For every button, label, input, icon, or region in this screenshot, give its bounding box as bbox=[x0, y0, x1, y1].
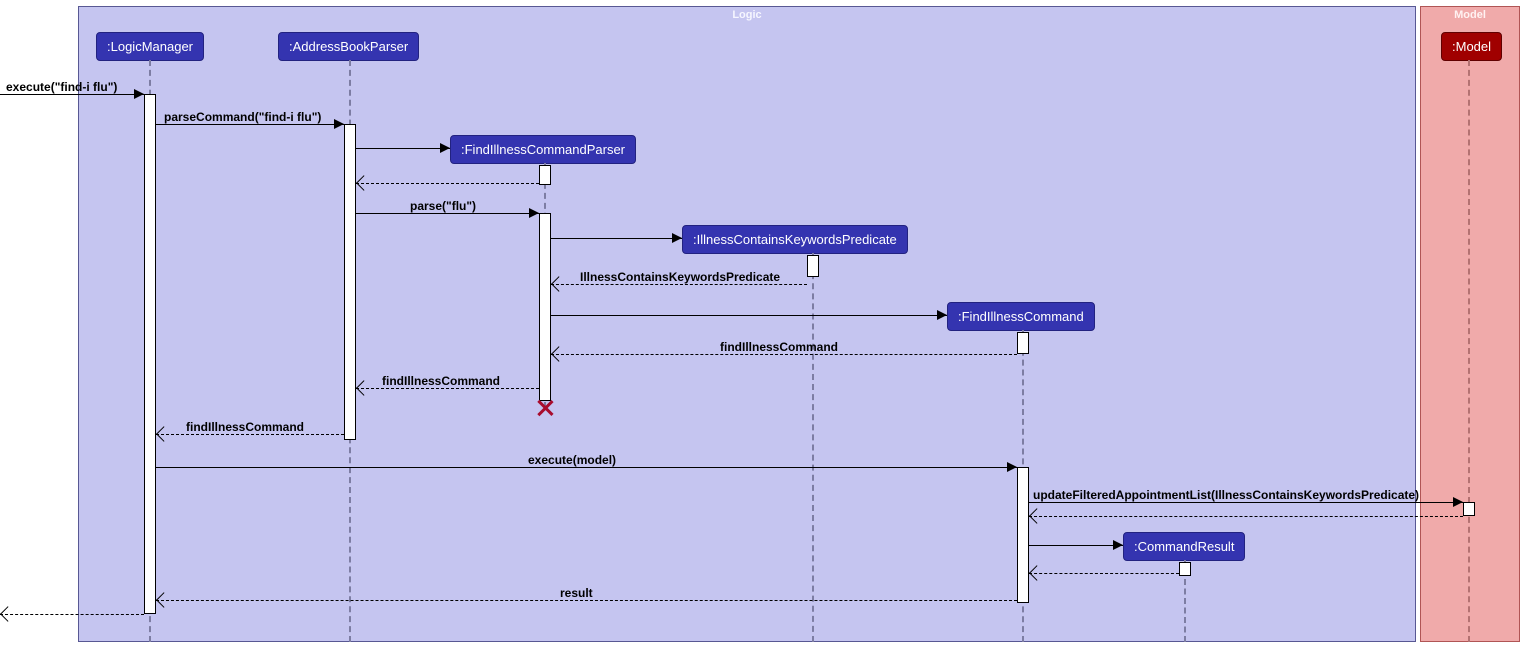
activation-fic-create bbox=[1017, 332, 1029, 354]
head-illness-predicate: :IllnessContainsKeywordsPredicate bbox=[682, 225, 908, 254]
lifeline-illness-predicate bbox=[812, 253, 814, 642]
head-find-illness-command-parser: :FindIllnessCommandParser bbox=[450, 135, 636, 164]
activation-fic-execute bbox=[1017, 467, 1029, 603]
activation-ficp-parse bbox=[539, 213, 551, 401]
region-model: Model bbox=[1420, 6, 1520, 642]
arrowhead-m18 bbox=[0, 606, 16, 622]
arrowhead-m1 bbox=[134, 89, 144, 99]
msg-parse-command: parseCommand("find-i flu") bbox=[164, 110, 321, 124]
head-find-illness-command: :FindIllnessCommand bbox=[947, 302, 1095, 331]
activation-predicate-create bbox=[807, 255, 819, 277]
region-logic-title: Logic bbox=[79, 9, 1415, 21]
arrowhead-m5 bbox=[529, 208, 539, 218]
msg-execute-findi: execute("find-i flu") bbox=[6, 80, 117, 94]
arrowhead-m6 bbox=[672, 233, 682, 243]
msg-execute-model: execute(model) bbox=[528, 453, 616, 467]
arrowhead-m2 bbox=[334, 119, 344, 129]
activation-logic-manager bbox=[144, 94, 156, 614]
msg-parse: parse("flu") bbox=[410, 199, 476, 213]
arrowhead-m8 bbox=[937, 310, 947, 320]
head-address-book-parser: :AddressBookParser bbox=[278, 32, 419, 61]
msg-predicate-return: IllnessContainsKeywordsPredicate bbox=[580, 270, 780, 284]
msg-update-filtered: updateFilteredAppointmentList(IllnessCon… bbox=[1033, 488, 1419, 502]
head-logic-manager: :LogicManager bbox=[96, 32, 204, 61]
arrowhead-m3 bbox=[440, 143, 450, 153]
arrowhead-m13 bbox=[1453, 497, 1463, 507]
activation-ficp-create bbox=[539, 165, 551, 185]
msg-fic-return-2: findIllnessCommand bbox=[382, 374, 500, 388]
msg-fic-return-1: findIllnessCommand bbox=[720, 340, 838, 354]
arrowhead-m15 bbox=[1113, 540, 1123, 550]
destroy-ficp bbox=[536, 400, 552, 416]
lifeline-model bbox=[1468, 60, 1470, 642]
head-command-result: :CommandResult bbox=[1123, 532, 1245, 561]
region-model-title: Model bbox=[1421, 9, 1519, 21]
msg-fic-return-3: findIllnessCommand bbox=[186, 420, 304, 434]
arrowhead-m12 bbox=[1007, 462, 1017, 472]
sequence-diagram: Logic Model :LogicManager :AddressBookPa… bbox=[0, 0, 1524, 646]
msg-result: result bbox=[560, 586, 593, 600]
activation-command-result bbox=[1179, 562, 1191, 576]
activation-address-book-parser bbox=[344, 124, 356, 440]
activation-model bbox=[1463, 502, 1475, 516]
head-model: :Model bbox=[1441, 32, 1502, 61]
